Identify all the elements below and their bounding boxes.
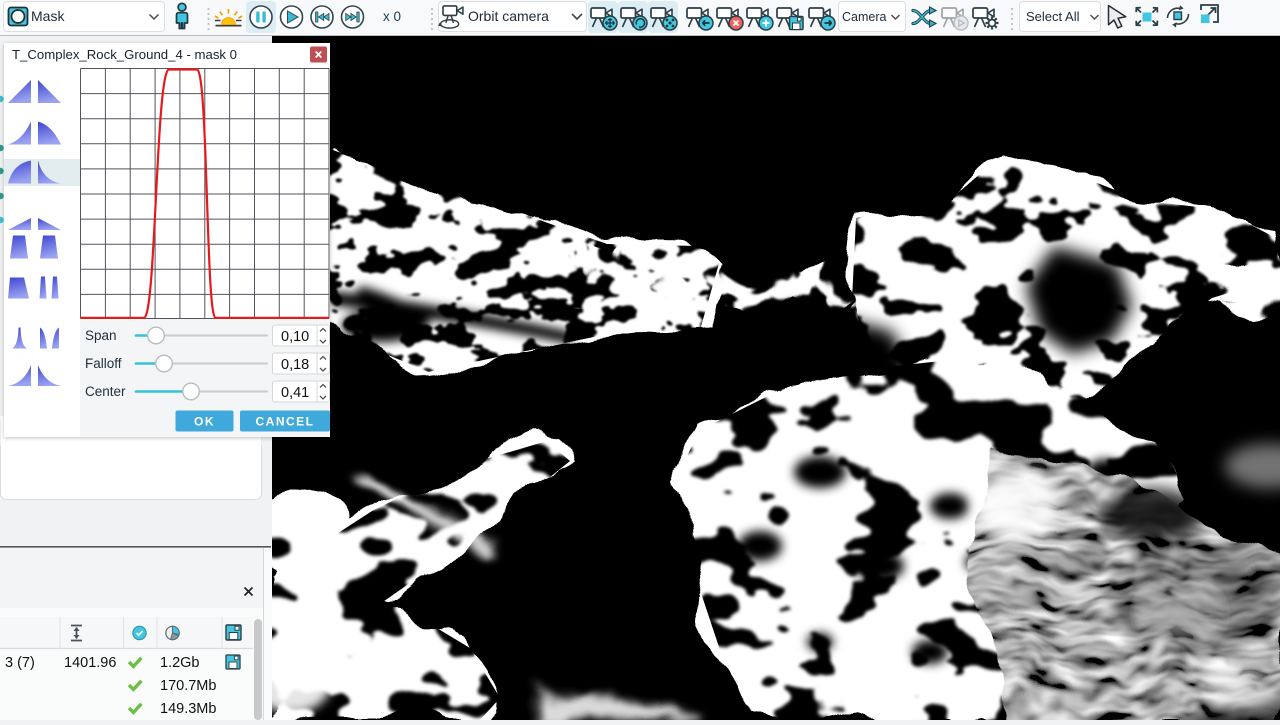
svg-text:149.3Mb: 149.3Mb [160, 701, 216, 717]
svg-text:OK: OK [194, 415, 215, 429]
svg-text:1401.96: 1401.96 [64, 655, 116, 671]
svg-text:0,10: 0,10 [281, 329, 309, 345]
svg-text:Span: Span [85, 328, 117, 343]
svg-text:T_Complex_Rock_Ground_4 - mask: T_Complex_Rock_Ground_4 - mask 0 [12, 47, 237, 62]
svg-text:Center: Center [85, 384, 126, 399]
svg-text:0,41: 0,41 [281, 385, 309, 401]
svg-text:0,18: 0,18 [281, 357, 309, 373]
svg-text:1.2Gb: 1.2Gb [160, 655, 200, 671]
svg-text:CANCEL: CANCEL [256, 415, 315, 429]
svg-text:170.7Mb: 170.7Mb [160, 678, 216, 694]
svg-text:3 (7): 3 (7) [5, 655, 35, 671]
svg-text:Falloff: Falloff [85, 356, 122, 371]
